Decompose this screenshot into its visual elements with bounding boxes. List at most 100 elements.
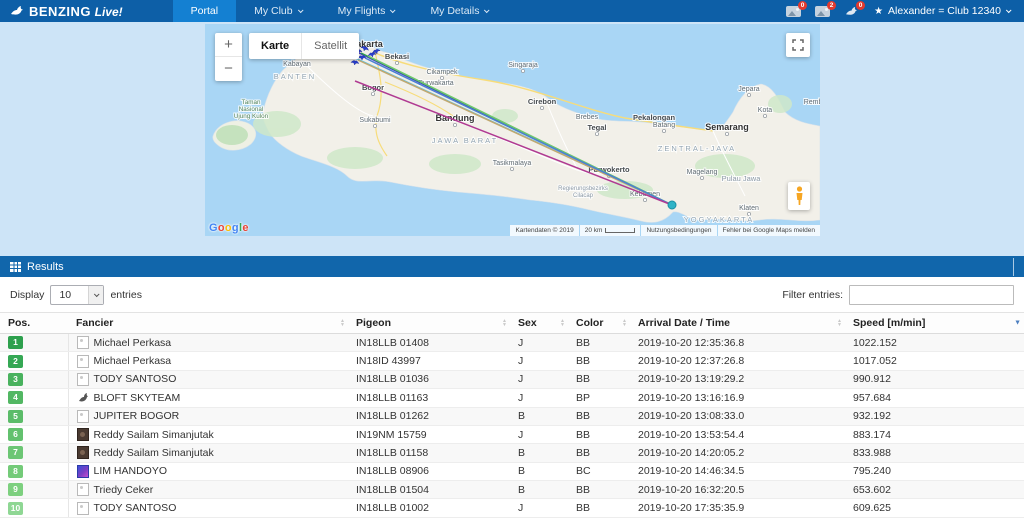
page-size-value: 10	[59, 288, 72, 301]
position-cell: 9	[0, 480, 69, 500]
map-label: JAWA BARAT	[432, 136, 498, 145]
fancier-cell: Michael Perkasa	[68, 333, 348, 353]
terms-link[interactable]: Nutzungsbedingungen	[641, 225, 717, 236]
sex-cell: B	[510, 480, 568, 500]
map-label: Tegal	[587, 123, 606, 132]
sex-cell: J	[510, 425, 568, 445]
position-badge: 10	[8, 501, 23, 515]
photo-icon-button[interactable]: 2	[815, 1, 837, 17]
position-cell: 1	[0, 333, 69, 353]
fancier-name: JUPITER BOGOR	[93, 410, 180, 423]
column-header-sex[interactable]: Sex ▲ ▼	[510, 312, 568, 334]
fancier-avatar	[76, 483, 89, 497]
position-cell: 5	[0, 407, 69, 426]
color-cell: BB	[568, 370, 630, 390]
map-city-dot	[539, 106, 544, 111]
pigeon-cell: IN18LLB 01163	[348, 388, 510, 408]
fullscreen-button[interactable]	[786, 33, 810, 57]
arrival-cell: 2019-10-20 14:20:05.2	[630, 443, 845, 463]
chevron-down-icon	[484, 7, 490, 14]
map-label: Semarang	[705, 122, 749, 132]
fancier-avatar	[76, 446, 89, 460]
sex-cell: J	[510, 333, 568, 353]
column-header-fancier[interactable]: Fancier ▲ ▼	[68, 312, 348, 334]
nav-item-my-club[interactable]: My Club	[236, 0, 320, 22]
map-city-dot	[520, 69, 525, 74]
results-panel-header[interactable]: Results	[0, 256, 1024, 277]
map-label: Cirebon	[528, 97, 557, 106]
zoom-in-button[interactable]: +	[215, 33, 242, 57]
map-label: Bekasi	[385, 52, 409, 61]
fancier-cell: TODY SANTOSO	[68, 498, 348, 518]
release-point-marker[interactable]	[667, 200, 677, 210]
pigeon-cell: IN18LLB 01408	[348, 333, 510, 353]
table-row[interactable]: 7 Reddy Sailam Simanjutak IN18LLB 01158 B BB…	[0, 443, 1024, 463]
fancier-avatar	[76, 501, 89, 515]
nav-item-portal[interactable]: Portal	[172, 0, 237, 22]
page-size-select[interactable]: 10	[50, 284, 105, 305]
google-logo[interactable]: Google	[209, 222, 249, 234]
position-badge: 7	[8, 446, 23, 460]
map-label: Sukabumi	[359, 117, 391, 124]
column-header-pos: Pos.	[0, 312, 68, 334]
table-row[interactable]: 2 Michael Perkasa IN18ID 43997 J BB 2019-10-2…	[0, 351, 1024, 371]
chevron-down-icon	[390, 7, 396, 14]
table-row[interactable]: 1 Michael Perkasa IN18LLB 01408 J BB 2019-10-…	[0, 333, 1024, 353]
color-cell: BB	[568, 351, 630, 371]
speed-cell: 932.192	[845, 407, 1024, 426]
table-row[interactable]: 10 TODY SANTOSO IN18LLB 01002 J BB 2019-10-20…	[0, 498, 1024, 518]
table-row[interactable]: 4 BLOFT SKYTEAM IN18LLB 01163 J BP 2019-10-20…	[0, 388, 1024, 408]
position-badge: 5	[8, 409, 23, 423]
pegman-icon	[796, 186, 802, 205]
fancier-cell: Michael Perkasa	[68, 351, 348, 371]
pigeon-icon-button[interactable]: 0	[844, 1, 866, 17]
map-type-karte-button[interactable]: Karte	[249, 33, 301, 59]
map-label: Singaraja	[508, 62, 538, 69]
table-row[interactable]: 9 Triedy Ceker IN18LLB 01504 B BB 2019-10-20 …	[0, 480, 1024, 500]
map-label: Cikampek	[426, 69, 458, 76]
fancier-cell: Triedy Ceker	[68, 480, 348, 500]
table-row[interactable]: 8 LIM HANDOYO IN18LLB 08906 B BC 2019-10-20 1…	[0, 462, 1024, 482]
arrival-cell: 2019-10-20 14:46:34.5	[630, 462, 845, 482]
map-city-dot	[699, 175, 704, 180]
report-error-link[interactable]: Fehler bei Google Maps melden	[717, 225, 820, 236]
map-city-dot	[372, 124, 377, 129]
sort-carets-icon: ▲ ▼	[502, 318, 507, 328]
brand-suffix: Live!	[94, 4, 123, 19]
column-header-arrival-date-time[interactable]: Arrival Date / Time ▲ ▼	[630, 312, 845, 334]
pigeon-cell: IN19NM 15759	[348, 425, 510, 445]
fancier-avatar	[76, 409, 89, 423]
column-header-pigeon[interactable]: Pigeon ▲ ▼	[348, 312, 510, 334]
filter-input[interactable]	[849, 284, 1014, 305]
photo-icon-button[interactable]: 0	[786, 1, 808, 17]
pegman-control[interactable]	[788, 182, 810, 210]
arrival-cell: 2019-10-20 12:35:36.8	[630, 333, 845, 353]
map-type-satellit-button[interactable]: Satellit	[301, 33, 359, 59]
color-cell: BC	[568, 462, 630, 482]
table-row[interactable]: 6 Reddy Sailam Simanjutak IN19NM 15759 J BB 2…	[0, 425, 1024, 445]
sex-cell: B	[510, 443, 568, 463]
fancier-avatar	[76, 428, 89, 442]
collapse-chevron-icon[interactable]	[1013, 257, 1014, 276]
google-map[interactable]: SerangTangerangJakartaBekasiKabayanBANTE…	[205, 24, 820, 236]
speed-cell: 1017.052	[845, 351, 1024, 371]
notification-badge: 2	[827, 1, 837, 10]
map-city-dot	[509, 166, 514, 171]
map-label: Pulau Jawa	[722, 174, 762, 183]
table-row[interactable]: 5 JUPITER BOGOR IN18LLB 01262 B BB 2019-10-20…	[0, 407, 1024, 426]
nav-item-my-details[interactable]: My Details	[412, 0, 506, 22]
table-row[interactable]: 3 TODY SANTOSO IN18LLB 01036 J BB 2019-10-20 …	[0, 370, 1024, 390]
column-header-speed-m-min[interactable]: Speed [m/min] ▼	[845, 312, 1024, 334]
results-table: Pos. Fancier ▲ ▼ Pigeon ▲ ▼ Sex ▲ ▼ Color ▲ ▼ Arrival…	[0, 312, 1024, 518]
zoom-out-button[interactable]: −	[215, 57, 242, 81]
map-city-dot	[747, 93, 752, 98]
nav-item-my-flights[interactable]: My Flights	[320, 0, 413, 22]
brand-logo[interactable]: BENZING Live!	[0, 0, 137, 22]
sort-carets-icon: ▲ ▼	[560, 318, 565, 328]
column-header-color[interactable]: Color ▲ ▼	[568, 312, 630, 334]
fancier-cell: Reddy Sailam Simanjutak	[68, 443, 348, 463]
position-cell: 10	[0, 498, 69, 518]
user-menu[interactable]: ★ Alexander = Club 12340	[874, 5, 1012, 17]
map-city-dot	[661, 129, 666, 134]
position-badge: 9	[8, 483, 23, 497]
